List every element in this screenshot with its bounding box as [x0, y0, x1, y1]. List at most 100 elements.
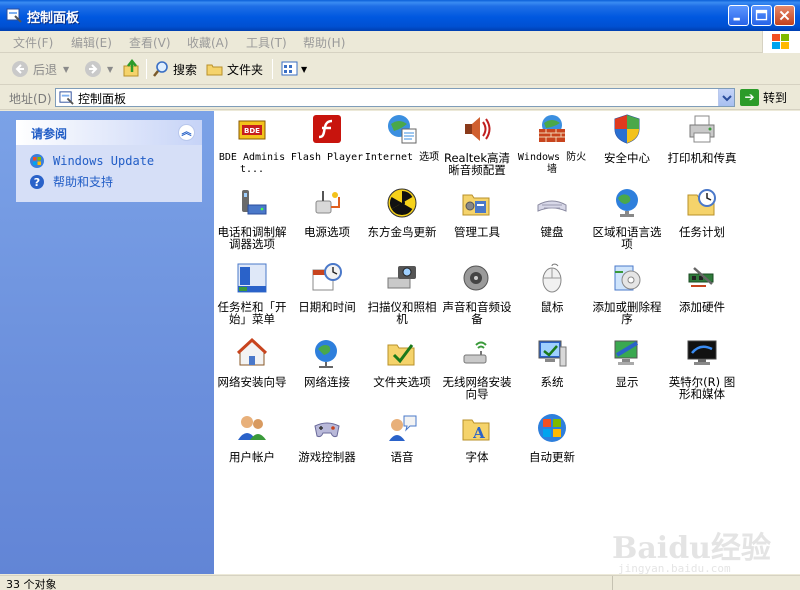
cp-item-add-remove-programs[interactable]: 添加或删除程序	[589, 262, 665, 325]
status-text: 33 个对象	[6, 578, 57, 590]
cp-item-label: 键盘	[540, 225, 564, 239]
cp-item-network-connections[interactable]: 网络连接	[289, 337, 365, 388]
cp-item-label: 区域和语言选项	[592, 225, 662, 251]
cp-item-printers-faxes[interactable]: 打印机和传真	[664, 113, 740, 164]
minimize-button[interactable]	[728, 5, 749, 26]
task-pane: 请参阅 ︽ Windows Update ? 帮助和支持	[0, 111, 214, 574]
cp-item-sound-audio[interactable]: 声音和音频设备	[439, 262, 515, 325]
views-button[interactable]: ▼	[281, 58, 307, 80]
address-dropdown-button[interactable]	[718, 89, 734, 106]
cp-item-realtek-audio[interactable]: Realtek高清晰音频配置	[439, 113, 515, 176]
menu-help[interactable]: 帮助(H)	[303, 34, 345, 51]
cp-item-label: 英特尔(R) 图形和媒体	[668, 375, 736, 401]
cp-item-keyboard[interactable]: 键盘	[514, 187, 590, 238]
folder-options-icon	[387, 344, 415, 366]
bde-admin-icon: BDE	[238, 120, 266, 140]
cp-item-date-time[interactable]: 日期和时间	[289, 262, 365, 313]
cp-item-label: 网络连接	[304, 375, 350, 389]
cp-item-automatic-updates[interactable]: 自动更新	[514, 412, 590, 463]
cp-item-internet-options[interactable]: Internet 选项	[364, 113, 440, 164]
folder-up-icon	[123, 59, 139, 77]
help-support-link[interactable]: ? 帮助和支持	[29, 173, 113, 190]
cp-item-label: 鼠标	[540, 300, 564, 314]
cp-item-game-controllers[interactable]: 游戏控制器	[289, 412, 365, 463]
cp-item-bde-administrator[interactable]: BDE BDE Administ...	[214, 113, 290, 176]
chevron-down-icon	[722, 95, 732, 102]
baidu-watermark: Baidu经验 jingyan.baidu.com	[612, 517, 772, 577]
address-field[interactable]: 控制面板	[55, 88, 735, 107]
up-button[interactable]	[122, 58, 142, 80]
game-controllers-icon	[314, 422, 340, 438]
maximize-button[interactable]	[751, 5, 772, 26]
go-button[interactable]: ➔ 转到	[740, 88, 787, 107]
windows-update-link[interactable]: Windows Update	[29, 153, 154, 169]
system-icon	[538, 340, 567, 367]
collapse-chevron-icon[interactable]: ︽	[178, 124, 195, 141]
power-options-icon	[315, 191, 340, 214]
cp-item-windows-firewall[interactable]: Windows 防火墙	[514, 113, 590, 176]
cp-item-admin-tools[interactable]: 管理工具	[439, 187, 515, 238]
network-connections-icon	[315, 340, 337, 368]
cp-item-intel-graphics[interactable]: 英特尔(R) 图形和媒体	[664, 337, 740, 400]
see-also-title: 请参阅	[31, 127, 68, 141]
taskbar-start-icon	[237, 263, 267, 293]
cp-item-display[interactable]: 显示	[589, 337, 665, 388]
back-dropdown-icon[interactable]: ▼	[63, 65, 69, 74]
fonts-icon: A	[462, 419, 490, 442]
menu-favorites[interactable]: 收藏(A)	[187, 34, 229, 51]
minimize-icon	[733, 17, 740, 21]
forward-button[interactable]: ▼	[83, 58, 113, 80]
cp-item-power-options[interactable]: 电源选项	[289, 187, 365, 238]
close-button[interactable]	[774, 5, 795, 26]
forward-dropdown-icon[interactable]: ▼	[107, 65, 113, 74]
go-arrow-icon: ➔	[740, 89, 759, 106]
search-icon	[153, 61, 168, 77]
back-arrow-icon	[12, 61, 28, 77]
windows-update-label: Windows Update	[53, 154, 155, 168]
cp-item-label: 用户帐户	[229, 450, 275, 464]
cp-item-system[interactable]: 系统	[514, 337, 590, 388]
folders-button[interactable]: 文件夹	[206, 58, 263, 80]
cp-item-add-hardware[interactable]: 添加硬件	[664, 262, 740, 313]
cp-item-speech[interactable]: 语音	[364, 412, 440, 463]
cp-item-phone-modem[interactable]: 电话和调制解调器选项	[214, 187, 290, 250]
cp-item-taskbar-start-menu[interactable]: 任务栏和「开始」菜单	[214, 262, 290, 325]
cp-item-wireless-setup-wizard[interactable]: 无线网络安装向导	[439, 337, 515, 400]
cp-item-label: 电源选项	[304, 225, 350, 239]
control-panel-window: 控制面板 文件(F) 编辑(E) 查看(V) 收藏(A) 工具(T) 帮助(H)	[0, 0, 800, 590]
cp-item-label: 无线网络安装向导	[442, 375, 512, 401]
toolbar-separator	[146, 59, 147, 79]
cp-item-region-language[interactable]: 区域和语言选项	[589, 187, 665, 250]
wireless-setup-icon	[463, 341, 487, 364]
back-button[interactable]: 后退 ▼	[10, 58, 69, 80]
add-remove-programs-icon	[614, 265, 641, 291]
cp-item-label: 显示	[615, 375, 639, 389]
menu-tools[interactable]: 工具(T)	[246, 34, 287, 51]
cp-item-fonts[interactable]: A 字体	[439, 412, 515, 463]
display-icon	[614, 340, 639, 365]
cp-item-label: Flash Player	[290, 152, 364, 163]
cp-item-flash-player[interactable]: Flash Player	[289, 113, 365, 164]
views-dropdown-icon[interactable]: ▼	[301, 65, 307, 74]
cp-item-dongfang-update[interactable]: 东方金鸟更新	[364, 187, 440, 238]
control-panel-icon	[59, 91, 74, 105]
menu-file[interactable]: 文件(F)	[13, 34, 53, 51]
cp-item-label: 添加或删除程序	[592, 300, 662, 326]
menu-edit[interactable]: 编辑(E)	[71, 34, 112, 51]
title-bar[interactable]: 控制面板	[0, 0, 800, 31]
cp-item-label: 日期和时间	[298, 300, 356, 314]
svg-text:?: ?	[34, 176, 40, 189]
cp-item-user-accounts[interactable]: 用户帐户	[214, 412, 290, 463]
cp-item-folder-options[interactable]: 文件夹选项	[364, 337, 440, 388]
cp-item-network-setup-wizard[interactable]: 网络安装向导	[214, 337, 290, 388]
cp-item-scheduled-tasks[interactable]: 任务计划	[664, 187, 740, 238]
cp-item-label: 打印机和传真	[667, 151, 737, 165]
cp-item-scanners-cameras[interactable]: 扫描仪和照相机	[364, 262, 440, 325]
status-bar: 33 个对象	[0, 575, 800, 590]
see-also-header[interactable]: 请参阅 ︽	[16, 120, 202, 145]
cp-item-mouse[interactable]: 鼠标	[514, 262, 590, 313]
search-button[interactable]: 搜索	[152, 58, 197, 80]
cp-item-security-center[interactable]: 安全中心	[589, 113, 665, 164]
menu-view[interactable]: 查看(V)	[129, 34, 171, 51]
cp-item-label: 安全中心	[604, 151, 650, 165]
